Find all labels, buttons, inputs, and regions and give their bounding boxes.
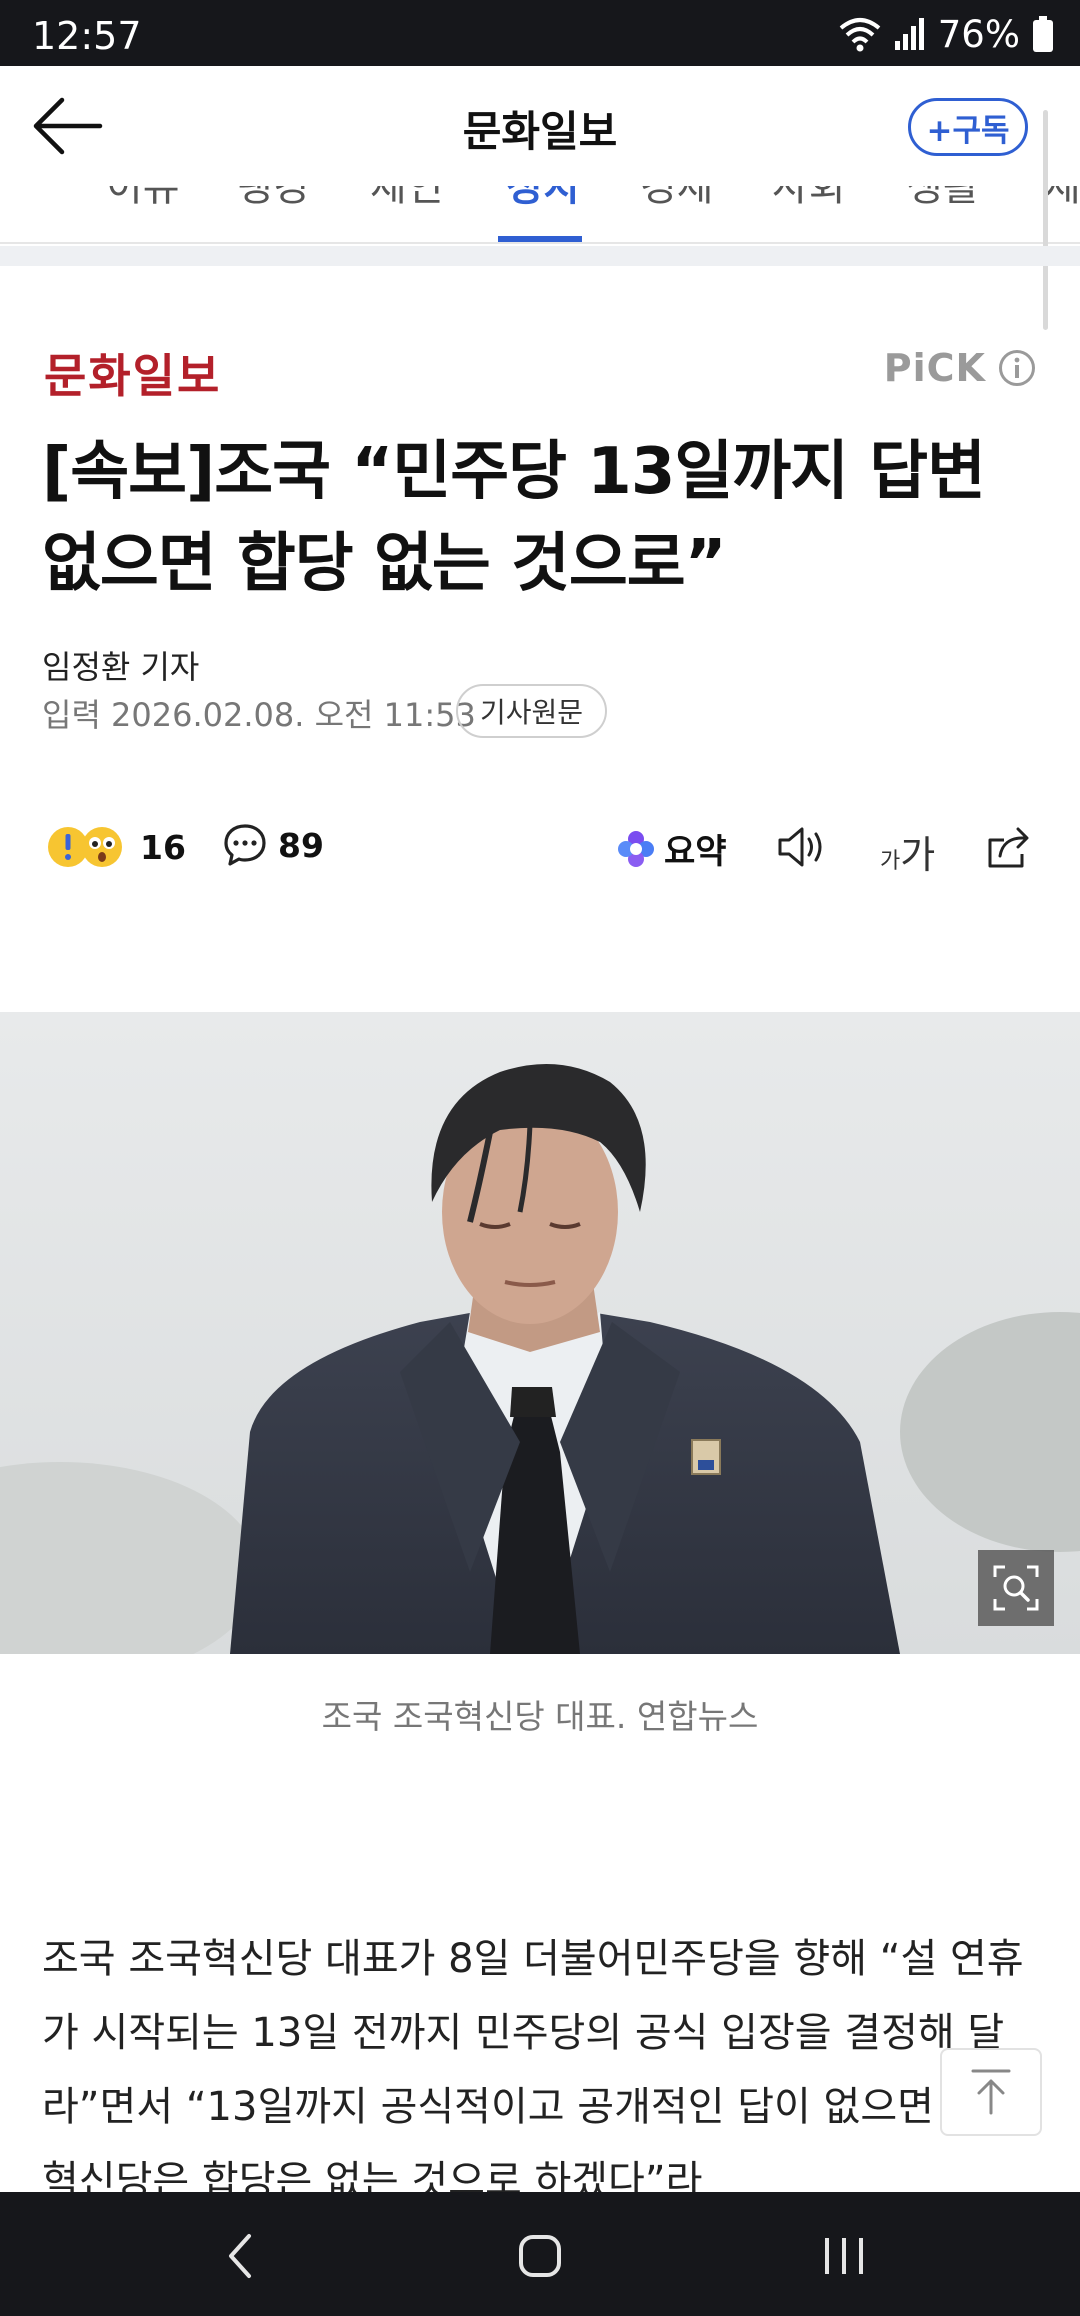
status-bar: 12:57 76%: [0, 0, 1080, 66]
photo-caption: 조국 조국혁신당 대표. 연합뉴스: [321, 1697, 759, 1736]
text-to-speech-button[interactable]: [776, 824, 828, 874]
section-divider: [0, 246, 1080, 266]
status-time: 12:57: [32, 14, 142, 58]
font-small-label: 가: [880, 849, 901, 874]
subscribe-button[interactable]: +구독: [908, 98, 1028, 156]
summary-label: 요약: [664, 832, 727, 872]
share-icon: [988, 827, 1029, 868]
pick-badge[interactable]: PiCK: [884, 346, 1036, 390]
status-icons: 76%: [838, 12, 1054, 56]
speaker-icon: [778, 827, 822, 867]
zoom-icon: [993, 1565, 1039, 1611]
author-name[interactable]: 임정환 기자: [42, 642, 199, 688]
summary-button[interactable]: 요약: [616, 824, 727, 873]
app-header: 문화일보 +구독: [0, 66, 1080, 330]
nav-recents-icon: [825, 2238, 863, 2274]
original-article-button[interactable]: 기사원문: [456, 684, 608, 738]
battery-percent: 76%: [937, 12, 1020, 56]
nav-home-icon: [519, 2235, 561, 2277]
photo-illustration: [0, 1012, 1080, 1654]
article-photo[interactable]: [0, 1012, 1080, 1654]
nav-recents-button[interactable]: [816, 2230, 872, 2282]
pick-label: PiCK: [883, 346, 986, 390]
arrow-up-icon: [971, 2069, 1011, 2115]
comment-button[interactable]: 89: [222, 822, 324, 868]
press-logo[interactable]: 문화일보: [44, 340, 221, 406]
article-action-bar: 16 89 요약 가 가: [0, 810, 1080, 890]
scrollbar[interactable]: [1043, 110, 1048, 330]
active-tab-indicator: [498, 236, 582, 242]
wifi-icon: [839, 18, 881, 52]
signal-icon: [894, 18, 924, 50]
reaction-count: 16: [140, 827, 186, 867]
article-body: 조국 조국혁신당 대표가 8일 더불어민주당을 향해 “설 연휴가 시작되는 1…: [42, 1936, 1024, 2192]
system-navigation-bar: [0, 2192, 1080, 2316]
scroll-to-top-button[interactable]: [940, 2048, 1042, 2136]
font-large-label: 가: [900, 833, 936, 877]
font-size-button[interactable]: 가 가: [880, 824, 935, 879]
nav-back-button[interactable]: [212, 2230, 268, 2282]
article-headline: [속보]조국 “민주당 13일까지 답변 없으면 합당 없는 것으로”: [42, 435, 986, 601]
share-button[interactable]: [982, 824, 1032, 874]
reaction-emoji-icon: [48, 827, 122, 867]
photo-zoom-button[interactable]: [978, 1550, 1054, 1626]
publish-date: 입력 2026.02.08. 오전 11:53: [42, 696, 476, 734]
reaction-button[interactable]: 16: [44, 822, 186, 872]
info-icon: [999, 350, 1035, 386]
battery-icon: [1033, 16, 1053, 52]
comment-count: 89: [278, 825, 324, 865]
comment-icon: [224, 824, 266, 866]
ai-summary-icon: [618, 830, 654, 867]
nav-home-button[interactable]: [512, 2230, 568, 2282]
nav-back-icon: [229, 2234, 251, 2278]
